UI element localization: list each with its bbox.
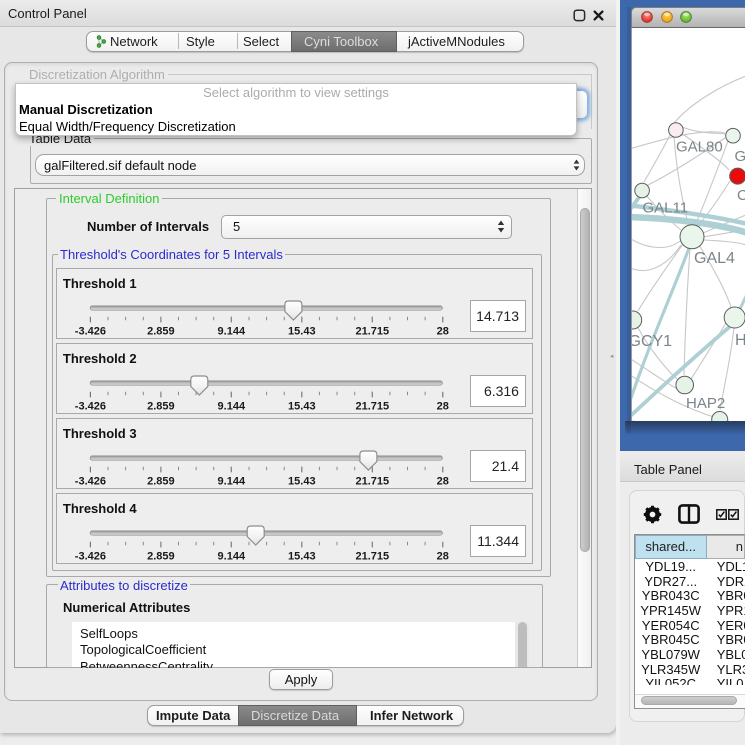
svg-text:15.43: 15.43 (288, 325, 316, 337)
svg-text:28: 28 (437, 550, 449, 562)
svg-text:9.144: 9.144 (218, 475, 246, 487)
svg-text:-3.426: -3.426 (75, 400, 106, 412)
svg-text:2.859: 2.859 (147, 325, 175, 337)
svg-text:2.859: 2.859 (147, 400, 175, 412)
svg-text:21.715: 21.715 (356, 550, 390, 562)
svg-text:21.715: 21.715 (356, 325, 390, 337)
svg-text:GAL4: GAL4 (694, 250, 735, 267)
svg-text:-3.426: -3.426 (75, 325, 106, 337)
svg-text:GAL11: GAL11 (643, 199, 689, 216)
svg-text:15.43: 15.43 (288, 550, 316, 562)
svg-text:-3.426: -3.426 (75, 550, 106, 562)
svg-text:C: C (737, 187, 745, 204)
svg-text:-3.426: -3.426 (75, 475, 106, 487)
svg-text:28: 28 (437, 475, 449, 487)
svg-text:2.859: 2.859 (147, 475, 175, 487)
svg-text:HAP2: HAP2 (686, 395, 725, 412)
svg-text:28: 28 (437, 400, 449, 412)
svg-text:H: H (735, 332, 745, 349)
svg-text:21.715: 21.715 (356, 475, 390, 487)
svg-text:21.715: 21.715 (356, 400, 390, 412)
svg-text:9.144: 9.144 (218, 400, 246, 412)
svg-text:28: 28 (437, 325, 449, 337)
svg-text:2.859: 2.859 (147, 550, 175, 562)
svg-text:15.43: 15.43 (288, 475, 316, 487)
svg-text:GCY1: GCY1 (632, 333, 672, 350)
svg-text:GA: GA (735, 148, 745, 165)
svg-text:9.144: 9.144 (218, 550, 246, 562)
svg-text:15.43: 15.43 (288, 400, 316, 412)
svg-text:9.144: 9.144 (218, 325, 246, 337)
svg-text:GAL80: GAL80 (676, 138, 723, 155)
